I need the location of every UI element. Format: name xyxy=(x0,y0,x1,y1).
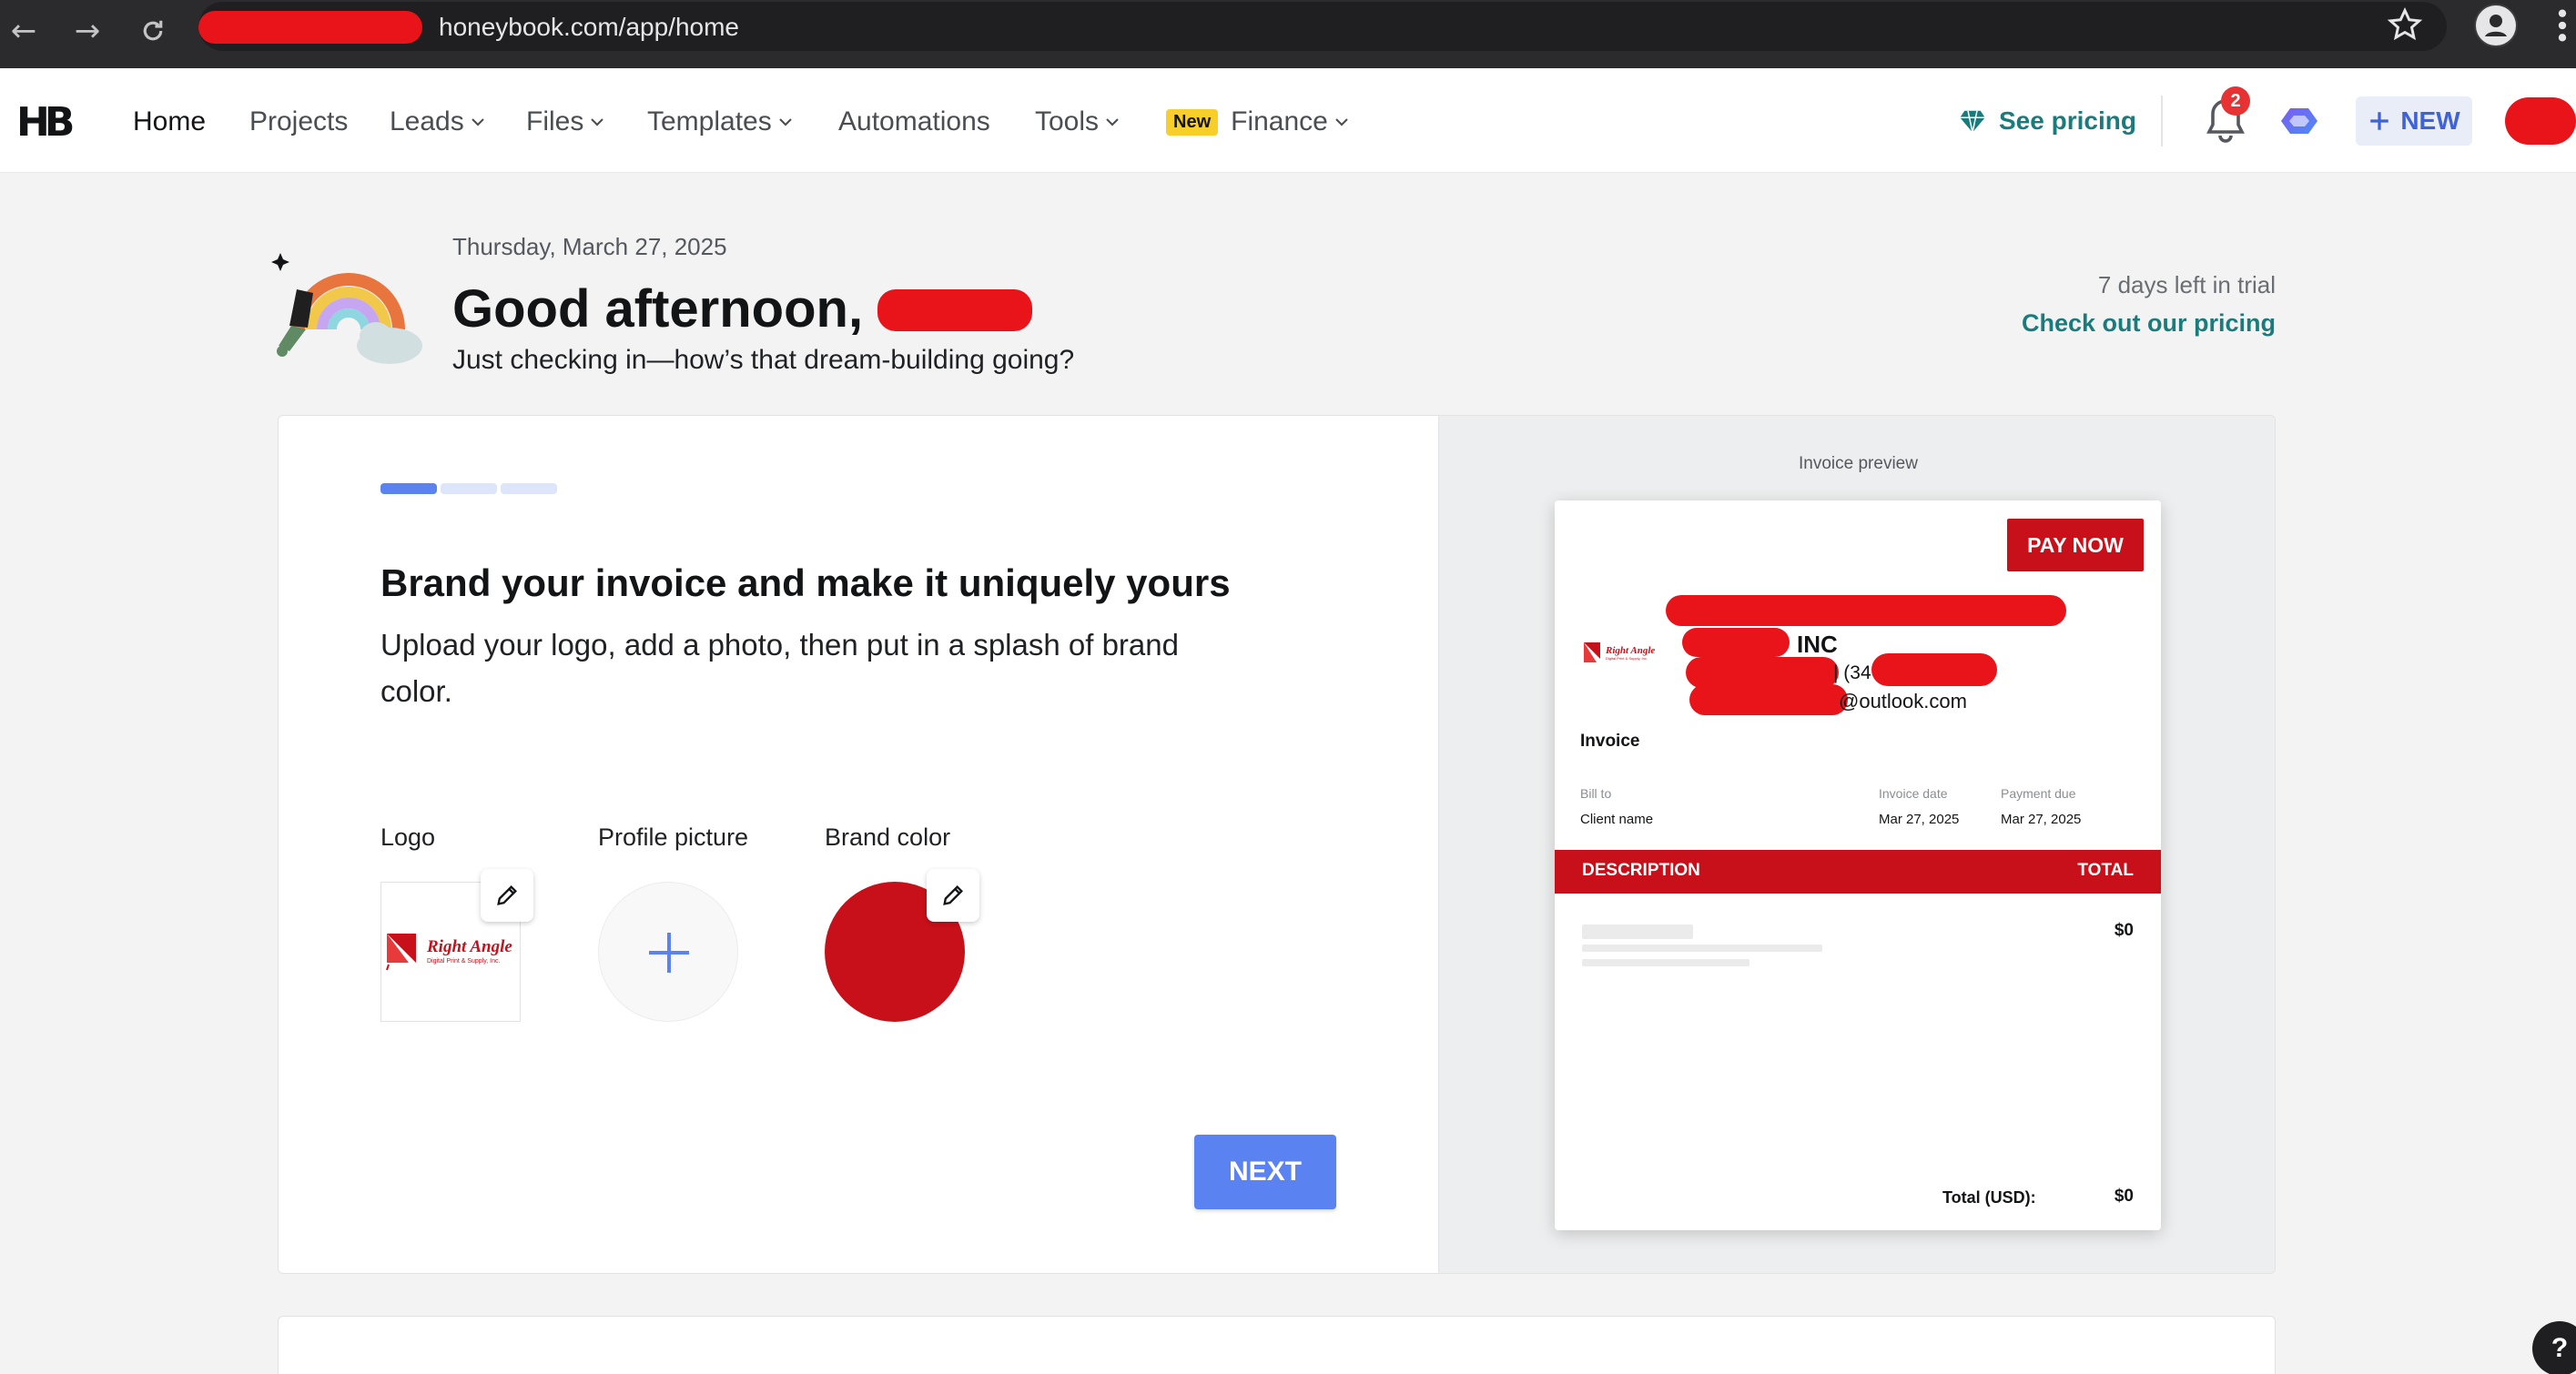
next-button[interactable]: NEXT xyxy=(1194,1135,1336,1209)
invoice-date-value: Mar 27, 2025 xyxy=(1879,812,1960,827)
redacted-email xyxy=(1689,684,1848,715)
secondary-card xyxy=(278,1316,2276,1374)
chevron-down-icon xyxy=(1335,118,1348,126)
nav-automations[interactable]: Automations xyxy=(838,106,990,137)
diamond-icon xyxy=(1960,110,1985,133)
back-icon[interactable]: ← xyxy=(2,9,46,53)
invoice-preview-document: PAY NOW INC | (34 @outlook.com Right Ang… xyxy=(1555,500,2161,1230)
url-text[interactable]: honeybook.com/app/home xyxy=(439,13,739,42)
progress-step xyxy=(501,483,557,494)
redacted-user-name xyxy=(877,289,1032,331)
logo-brand-tagline: Digital Print & Supply, Inc. xyxy=(427,958,500,965)
pay-now-button[interactable]: PAY NOW xyxy=(2007,519,2144,571)
progress-step xyxy=(441,483,497,494)
pencil-icon xyxy=(943,885,963,905)
address-bar[interactable]: honeybook.com/app/home xyxy=(198,2,2447,51)
redacted-phone xyxy=(1686,657,1839,688)
help-button[interactable]: ? xyxy=(2532,1321,2576,1374)
line-item-amount: $0 xyxy=(2114,921,2134,940)
branding-panel: Brand your invoice and make it uniquely … xyxy=(279,416,1438,1273)
invoice-logo-brand-name: Right Angle xyxy=(1605,645,1655,656)
honeybook-logo[interactable]: HB xyxy=(16,99,75,146)
edit-logo-button[interactable] xyxy=(481,869,533,922)
greeting-title: Good afternoon, xyxy=(452,279,864,338)
branding-title: Brand your invoice and make it uniquely … xyxy=(380,561,1231,604)
redacted-phone xyxy=(1871,653,1997,686)
total-column-header: TOTAL xyxy=(2077,861,2134,880)
nav-files[interactable]: Files xyxy=(526,106,605,137)
payment-due-value: Mar 27, 2025 xyxy=(2001,812,2082,827)
notification-count-badge: 2 xyxy=(2221,86,2250,116)
trial-status: 7 days left in trial xyxy=(2097,271,2276,298)
new-badge: New xyxy=(1166,108,1219,136)
browser-profile-icon[interactable] xyxy=(2474,4,2518,47)
bill-to-label: Bill to xyxy=(1580,786,1612,801)
plus-icon xyxy=(2370,112,2389,130)
redacted-site-info xyxy=(198,11,422,44)
invoice-email: @outlook.com xyxy=(1839,690,1967,712)
edit-brand-color-button[interactable] xyxy=(927,869,979,922)
brand-color-label: Brand color xyxy=(825,823,951,851)
line-item-placeholder xyxy=(1582,924,1693,939)
invoice-heading: Invoice xyxy=(1580,732,1640,751)
user-avatar[interactable] xyxy=(2505,97,2576,145)
header-divider xyxy=(2161,96,2163,146)
invoice-phone: | (34 xyxy=(1833,662,1871,683)
plus-icon xyxy=(649,933,689,973)
invoice-logo-image: Right Angle Digital Print & Supply, Inc. xyxy=(1584,642,1655,662)
description-column-header: DESCRIPTION xyxy=(1582,861,1700,880)
app-header: HB Home Projects Leads Files Templates A… xyxy=(0,68,2576,173)
payment-due-label: Payment due xyxy=(2001,786,2076,801)
nav-templates[interactable]: Templates xyxy=(647,106,794,137)
redacted-company-name xyxy=(1682,628,1790,657)
browser-toolbar: ← → honeybook.com/app/home xyxy=(0,0,2576,68)
progress-step xyxy=(380,483,437,494)
nav-home[interactable]: Home xyxy=(133,106,206,137)
profile-picture-label: Profile picture xyxy=(598,823,749,851)
new-button[interactable]: NEW xyxy=(2356,96,2472,146)
bookmark-star-icon[interactable] xyxy=(2385,5,2425,45)
chevron-down-icon xyxy=(591,118,604,126)
line-item-placeholder xyxy=(1582,959,1749,966)
invoice-table-header: DESCRIPTION TOTAL xyxy=(1555,850,2161,894)
chevron-down-icon xyxy=(472,118,484,126)
nav-tools[interactable]: Tools xyxy=(1035,106,1121,137)
invoice-total-label: Total (USD): xyxy=(1942,1188,2036,1207)
chevron-down-icon xyxy=(1106,118,1119,126)
ai-assistant-icon[interactable] xyxy=(2281,105,2317,137)
profile-picture-upload[interactable] xyxy=(598,882,738,1022)
pencil-icon xyxy=(497,885,517,905)
step-progress xyxy=(380,483,557,494)
nav-finance[interactable]: New Finance xyxy=(1166,106,1350,137)
nav-projects[interactable]: Projects xyxy=(249,106,348,137)
see-pricing-link[interactable]: See pricing xyxy=(1959,106,2136,136)
rainbow-illustration xyxy=(271,253,422,364)
invoice-preview-title: Invoice preview xyxy=(1799,454,1918,473)
bill-to-value: Client name xyxy=(1580,812,1654,827)
invoice-total-value: $0 xyxy=(2114,1187,2134,1206)
invoice-logo-brand-tagline: Digital Print & Supply, Inc. xyxy=(1606,656,1648,661)
greeting-subtitle: Just checking in—how’s that dream-buildi… xyxy=(452,345,1075,375)
current-date: Thursday, March 27, 2025 xyxy=(452,233,727,260)
logo-brand-name: Right Angle xyxy=(426,937,512,956)
browser-menu-icon[interactable] xyxy=(2556,7,2569,44)
branding-description: Upload your logo, add a photo, then put … xyxy=(380,628,1179,708)
nav-leads[interactable]: Leads xyxy=(390,106,486,137)
logo-label: Logo xyxy=(380,823,436,851)
invoice-date-label: Invoice date xyxy=(1879,786,1948,801)
invoice-company-name: INC xyxy=(1797,631,1838,658)
line-item-placeholder xyxy=(1582,945,1822,952)
redacted-company-name xyxy=(1666,595,2066,626)
check-pricing-link[interactable]: Check out our pricing xyxy=(2022,309,2276,338)
forward-icon[interactable]: → xyxy=(66,9,109,53)
reload-icon[interactable] xyxy=(131,9,175,53)
chevron-down-icon xyxy=(778,118,792,126)
